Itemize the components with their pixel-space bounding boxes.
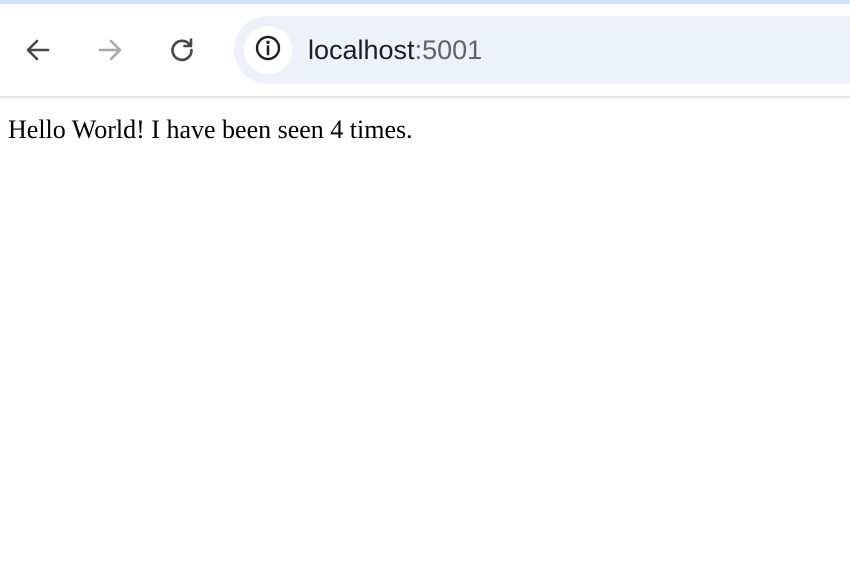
browser-window: localhost:5001 Hello World! I have been … — [0, 0, 850, 562]
arrow-right-icon — [96, 36, 124, 64]
page-content: Hello World! I have been seen 4 times. — [0, 98, 850, 562]
back-button[interactable] — [18, 30, 58, 70]
address-bar[interactable]: localhost:5001 — [234, 16, 850, 84]
browser-toolbar: localhost:5001 — [0, 4, 850, 96]
reload-icon — [168, 36, 196, 64]
page-message: Hello World! I have been seen 4 times. — [8, 115, 413, 144]
url-host: localhost — [308, 35, 415, 65]
forward-button[interactable] — [90, 30, 130, 70]
info-circle-icon — [254, 34, 282, 67]
url-text[interactable]: localhost:5001 — [308, 34, 482, 66]
url-port: :5001 — [414, 35, 483, 65]
arrow-left-icon — [24, 36, 52, 64]
site-info-button[interactable] — [244, 26, 292, 74]
reload-button[interactable] — [162, 30, 202, 70]
